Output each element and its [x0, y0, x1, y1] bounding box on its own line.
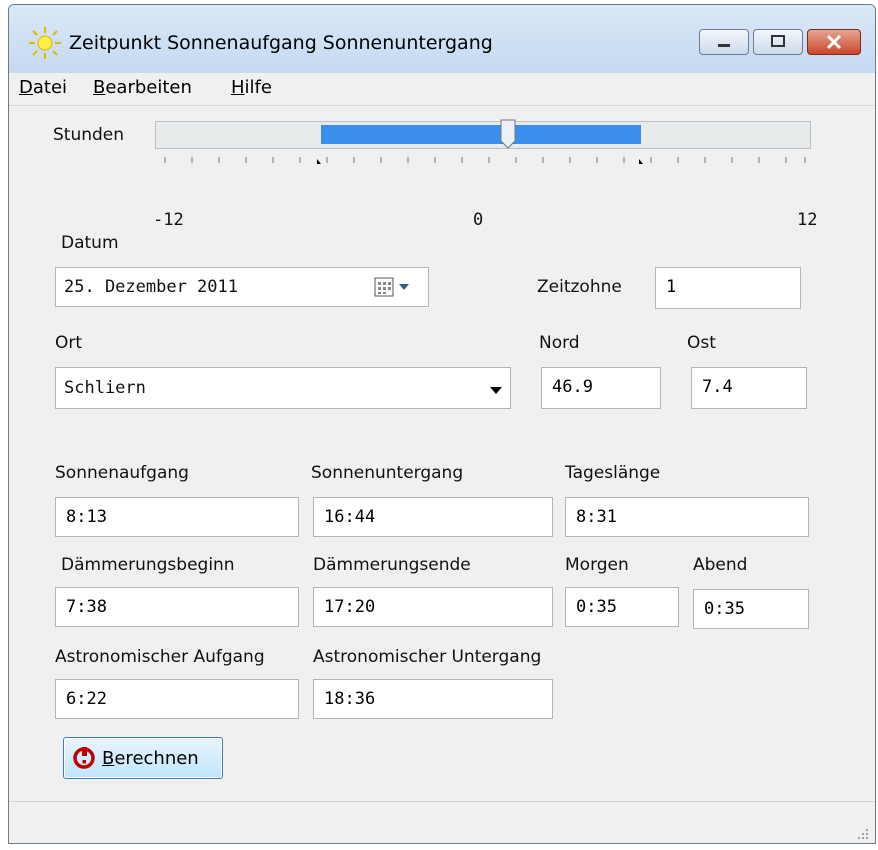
hours-slider-range[interactable]	[321, 125, 641, 144]
sun-icon	[29, 27, 61, 59]
menu-bearbeiten[interactable]: Bearbeiten	[93, 77, 192, 98]
location-value: Schliern	[64, 378, 146, 398]
evening-field[interactable]: 0:35	[693, 589, 809, 629]
title-bar[interactable]: Zeitpunkt Sonnenaufgang Sonnenuntergang	[9, 5, 875, 73]
tick-label-zero: 0	[473, 210, 484, 230]
dusk-end-label: Dämmerungsende	[313, 555, 471, 575]
menu-hilfe[interactable]: Hilfe	[231, 77, 272, 98]
timezone-label: Zeitzohne	[537, 277, 622, 297]
location-label: Ort	[55, 333, 83, 353]
north-label: Nord	[539, 333, 580, 353]
east-label: Ost	[687, 333, 716, 353]
day-length-label: Tageslänge	[565, 463, 661, 483]
sunset-label: Sonnenuntergang	[311, 463, 464, 483]
status-bar	[9, 801, 875, 843]
tick-label-max: 12	[797, 210, 818, 230]
menu-datei[interactable]: Datei	[19, 77, 67, 98]
calendar-icon[interactable]	[371, 275, 419, 299]
east-input[interactable]: 7.4	[691, 367, 807, 409]
north-input[interactable]: 46.9	[541, 367, 661, 409]
close-button[interactable]	[807, 29, 861, 55]
morning-label: Morgen	[565, 555, 629, 575]
astro-set-field[interactable]: 18:36	[313, 679, 553, 719]
calculate-button-label: Berechnen	[102, 748, 199, 769]
sunrise-label: Sonnenaufgang	[55, 463, 189, 483]
maximize-icon	[771, 35, 785, 47]
tick-label-min: -12	[153, 210, 184, 230]
hours-slider-thumb[interactable]	[500, 119, 516, 149]
window-title: Zeitpunkt Sonnenaufgang Sonnenuntergang	[69, 32, 493, 54]
menu-bar: Datei Bearbeiten Hilfe	[9, 73, 875, 106]
calculate-button[interactable]: Berechnen	[63, 737, 223, 779]
date-value: 25. Dezember 2011	[64, 277, 238, 297]
dusk-begin-field[interactable]: 7:38	[55, 587, 299, 627]
astro-rise-label: Astronomischer Aufgang	[55, 647, 265, 667]
minimize-button[interactable]	[699, 29, 749, 55]
evening-label: Abend	[693, 555, 748, 575]
timezone-input[interactable]: 1	[655, 267, 801, 309]
day-length-field[interactable]: 8:31	[565, 497, 809, 537]
sunset-field[interactable]: 16:44	[313, 497, 553, 537]
slider-label: Stunden	[53, 125, 125, 145]
dusk-begin-label: Dämmerungsbeginn	[61, 555, 235, 575]
sunrise-field[interactable]: 8:13	[55, 497, 299, 537]
astro-set-label: Astronomischer Untergang	[313, 647, 542, 667]
close-icon	[826, 34, 842, 50]
maximize-button[interactable]	[753, 29, 803, 55]
resize-grip-icon[interactable]	[855, 826, 869, 840]
location-select[interactable]: Schliern	[55, 367, 511, 409]
chevron-down-icon[interactable]	[485, 379, 507, 401]
minimize-icon	[718, 44, 730, 47]
app-window: Zeitpunkt Sonnenaufgang Sonnenuntergang …	[8, 4, 876, 844]
slider-ticks	[164, 157, 806, 164]
dusk-end-field[interactable]: 17:20	[313, 587, 553, 627]
astro-rise-field[interactable]: 6:22	[55, 679, 299, 719]
date-label: Datum	[61, 233, 119, 253]
morning-field[interactable]: 0:35	[565, 587, 679, 627]
calculate-icon	[73, 747, 95, 769]
